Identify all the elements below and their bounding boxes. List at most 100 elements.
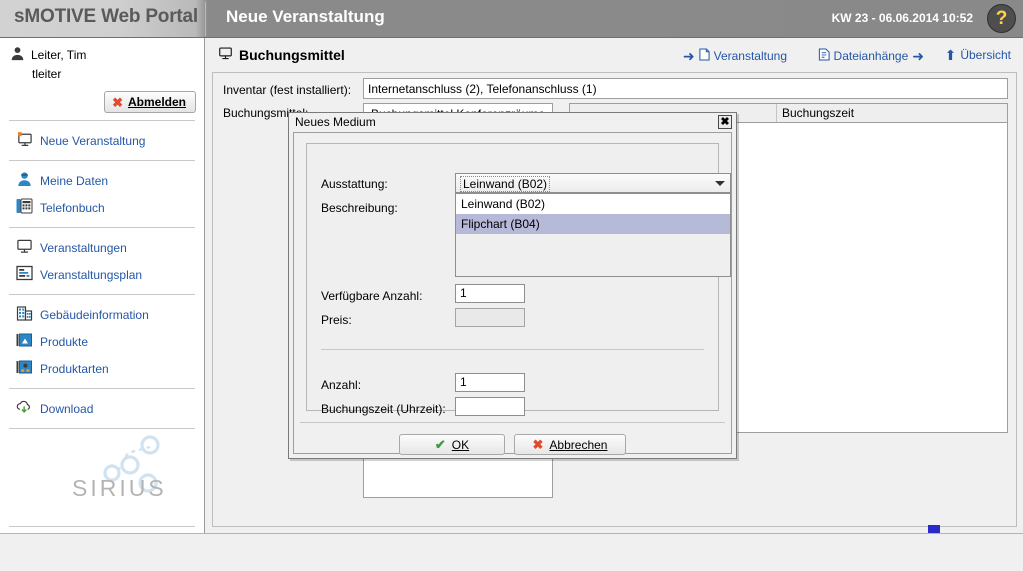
user-data-icon <box>16 171 33 190</box>
close-x-icon: ✖ <box>112 94 123 110</box>
sidebar-group-2: Meine Daten Telefonbuch <box>0 161 204 227</box>
logout-button-label: Abmelden <box>127 95 186 109</box>
sidebar-item-label: Produktarten <box>40 361 109 376</box>
ausstattung-dropdown-list[interactable]: Leinwand (B02) Flipchart (B04) <box>455 193 731 277</box>
events-icon <box>16 238 33 257</box>
neues-medium-dialog: Neues Medium ✖ Ausstattung: Leinwand (B0… <box>288 112 737 459</box>
cancel-x-icon: ✖ <box>532 437 544 452</box>
app-brand-title: sMOTIVE Web Portal <box>14 6 198 27</box>
dropdown-option[interactable]: Flipchart (B04) <box>456 214 730 234</box>
dropdown-option[interactable]: Leinwand (B02) <box>456 194 730 214</box>
sirius-logo: SIRIUS <box>0 423 204 503</box>
event-plan-icon <box>16 265 33 284</box>
link-uebersicht[interactable]: ⬆ Übersicht <box>945 48 1011 62</box>
dialog-body: Ausstattung: Leinwand (B02) Beschreibung… <box>293 132 732 455</box>
dialog-footer-divider <box>300 422 725 423</box>
sidebar-group-3: Veranstaltungen Veranstaltungsplan <box>0 228 204 294</box>
week-datetime-label: KW 23 - 06.06.2014 10:52 <box>831 11 973 25</box>
dialog-fieldset: Ausstattung: Leinwand (B02) Beschreibung… <box>306 143 731 416</box>
preis-label: Preis: <box>321 313 352 327</box>
sidebar-item-label: Veranstaltungsplan <box>40 267 143 282</box>
content-title-text: Buchungsmittel <box>239 46 345 63</box>
top-header-bar: sMOTIVE Web Portal Neue Veranstaltung KW… <box>0 0 1023 38</box>
sidebar-item-download[interactable]: Download <box>0 395 204 422</box>
verfuegbare-anzahl-label: Verfügbare Anzahl: <box>321 289 423 303</box>
dialog-titlebar[interactable]: Neues Medium ✖ <box>289 113 736 131</box>
cancel-button-label: Abbrechen <box>549 437 608 452</box>
about-divider <box>9 526 195 527</box>
right-arrow-icon: ➜ <box>912 48 924 64</box>
new-event-icon <box>16 131 33 150</box>
ausstattung-select[interactable]: Leinwand (B02) <box>455 173 731 193</box>
check-icon: ✔ <box>434 437 446 452</box>
chevron-down-icon <box>715 181 725 186</box>
help-icon[interactable]: ? <box>987 4 1016 33</box>
buchungszeit-field[interactable] <box>455 397 525 416</box>
link-veranstaltung[interactable]: ➜ Veranstaltung <box>683 48 787 64</box>
sidebar-item-meine-daten[interactable]: Meine Daten <box>0 167 204 194</box>
download-cloud-icon <box>16 399 33 418</box>
sidebar-item-label: Meine Daten <box>40 173 109 188</box>
sidebar-group-1: Neue Veranstaltung <box>0 121 204 160</box>
logout-button[interactable]: ✖ Abmelden <box>104 91 196 113</box>
sidebar-group-4: Gebäudeinformation Produkte Produktarten <box>0 295 204 388</box>
content-title: Buchungsmittel <box>218 46 345 63</box>
sidebar-item-neue-veranstaltung[interactable]: Neue Veranstaltung <box>0 127 204 154</box>
close-icon[interactable]: ✖ <box>718 115 732 129</box>
buchungszeit-label: Buchungszeit (Uhrzeit): <box>321 402 446 416</box>
user-display-name: Leiter, Tim <box>31 48 87 62</box>
ausstattung-selected-value: Leinwand (B02) <box>460 176 551 192</box>
user-info-block: Leiter, Tim tleiter <box>0 38 204 85</box>
sidebar-item-veranstaltungen[interactable]: Veranstaltungen <box>0 234 204 261</box>
screen-icon <box>218 46 233 63</box>
anzahl-field[interactable]: 1 <box>455 373 525 392</box>
products-icon <box>16 332 33 351</box>
ok-button[interactable]: ✔ OK <box>399 434 505 455</box>
inventar-field[interactable]: Internetanschluss (2), Telefonanschluss … <box>363 78 1008 99</box>
building-icon <box>16 305 33 324</box>
page-title: Neue Veranstaltung <box>226 7 385 26</box>
ok-button-label: OK <box>451 437 470 452</box>
phonebook-icon <box>16 198 33 217</box>
link-label: Veranstaltung <box>713 49 787 63</box>
sidebar-item-label: Produkte <box>40 334 89 349</box>
ausstattung-label: Ausstattung: <box>321 177 388 191</box>
sidebar-item-telefonbuch[interactable]: Telefonbuch <box>0 194 204 221</box>
header-divider <box>205 2 206 36</box>
sidebar-item-produkte[interactable]: Produkte <box>0 328 204 355</box>
content-header: Buchungsmittel ➜ Veranstaltung Dateianhä… <box>212 45 1017 69</box>
user-avatar-icon <box>10 46 25 64</box>
cancel-button[interactable]: ✖ Abbrechen <box>514 434 626 455</box>
dropdown-empty-area <box>456 234 730 276</box>
preis-field <box>455 308 525 327</box>
link-label: Übersicht <box>960 48 1011 62</box>
dialog-title: Neues Medium <box>295 115 376 129</box>
sidebar: Leiter, Tim tleiter ✖ Abmelden Neue Vera… <box>0 38 205 555</box>
sidebar-item-label: Neue Veranstaltung <box>40 133 146 148</box>
anzahl-label: Anzahl: <box>321 378 362 392</box>
link-label: Dateianhänge <box>833 49 909 63</box>
left-arrow-icon: ➜ <box>682 48 695 64</box>
sidebar-item-label: Telefonbuch <box>40 200 105 215</box>
status-bar: SIRIUS v9.4 [sLAB Developer] (c) 2005-20… <box>0 533 1023 571</box>
product-types-icon <box>16 359 33 378</box>
sidebar-item-gebaeudeinformation[interactable]: Gebäudeinformation <box>0 301 204 328</box>
document-icon <box>699 48 710 64</box>
logout-row: ✖ Abmelden <box>0 85 204 120</box>
inventar-label: Inventar (fest installiert): <box>223 83 352 97</box>
up-arrow-icon: ⬆ <box>944 47 957 63</box>
user-login-name: tleiter <box>32 67 62 81</box>
sidebar-item-produktarten[interactable]: Produktarten <box>0 355 204 382</box>
dialog-section-divider <box>321 349 704 350</box>
table-column-header[interactable]: Buchungszeit <box>776 104 1007 122</box>
sidebar-item-label: Gebäudeinformation <box>40 307 149 322</box>
attachment-icon <box>818 48 830 64</box>
sirius-wordmark: SIRIUS <box>72 475 167 501</box>
verfuegbare-anzahl-field[interactable]: 1 <box>455 284 525 303</box>
sidebar-item-veranstaltungsplan[interactable]: Veranstaltungsplan <box>0 261 204 288</box>
beschreibung-label: Beschreibung: <box>321 201 398 215</box>
application-window: sMOTIVE Web Portal Neue Veranstaltung KW… <box>0 0 1023 571</box>
link-dateianhaenge[interactable]: Dateianhänge ➜ <box>818 48 924 64</box>
sidebar-item-label: Veranstaltungen <box>40 240 127 255</box>
sidebar-item-label: Download <box>40 401 94 416</box>
